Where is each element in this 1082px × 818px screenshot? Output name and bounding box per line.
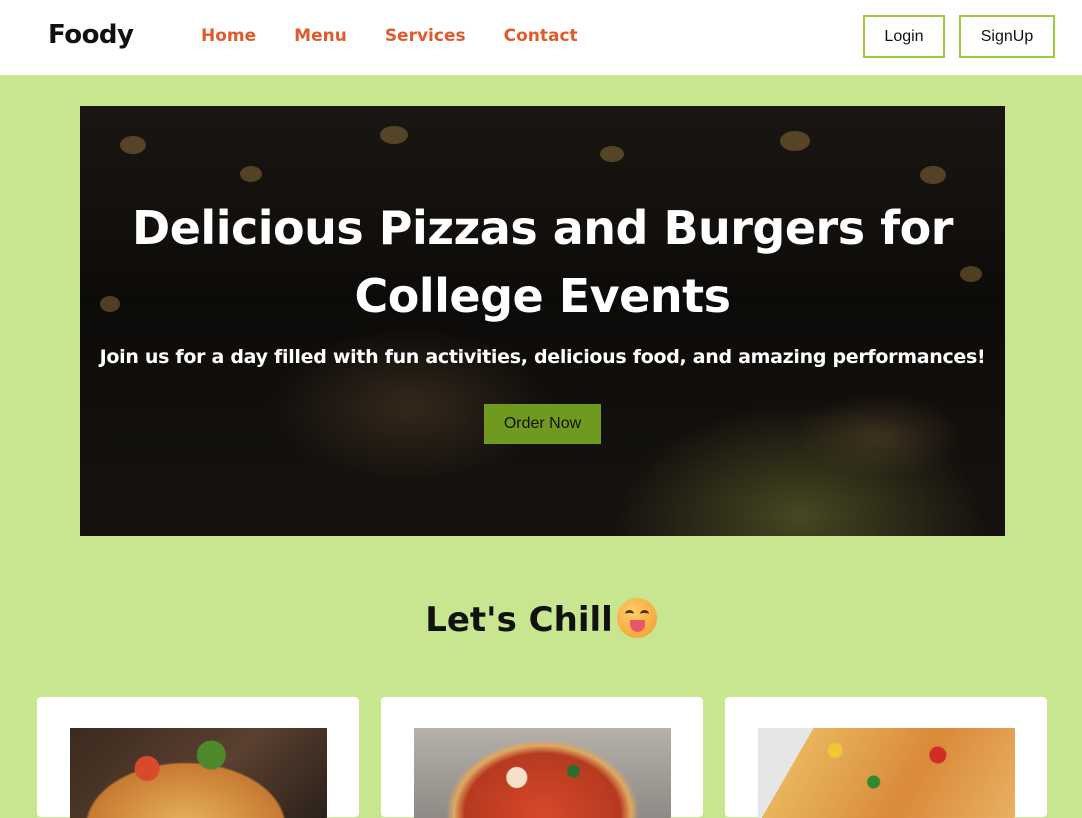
- brand-logo[interactable]: Foody: [48, 20, 134, 50]
- nav-links: Home Menu Services Contact: [201, 26, 616, 46]
- tongue-shape: [629, 620, 645, 632]
- section-title-text: Let's Chill: [425, 600, 613, 640]
- hero-title-line1: Delicious Pizzas and Burgers for: [132, 201, 953, 255]
- bokeh-light: [120, 136, 146, 154]
- menu-card[interactable]: [37, 697, 359, 818]
- pizza-with-vegetables-image: [70, 728, 327, 818]
- bokeh-light: [600, 146, 624, 162]
- order-now-button[interactable]: Order Now: [484, 404, 601, 444]
- menu-card[interactable]: [725, 697, 1047, 818]
- login-button[interactable]: Login: [863, 15, 945, 58]
- nav-link-contact[interactable]: Contact: [504, 26, 578, 46]
- bokeh-light: [920, 166, 946, 184]
- section-title: Let's Chill: [0, 598, 1082, 640]
- nav-link-menu[interactable]: Menu: [294, 26, 347, 46]
- nav-link-services[interactable]: Services: [385, 26, 466, 46]
- veggie-pizza-slices-image: [758, 728, 1015, 818]
- hero-banner: Delicious Pizzas and Burgers for College…: [80, 106, 1005, 536]
- bokeh-light: [780, 131, 810, 151]
- hero-title: Delicious Pizzas and Burgers for College…: [80, 194, 1005, 330]
- margherita-pizza-image: [414, 728, 671, 818]
- nav-link-home[interactable]: Home: [201, 26, 256, 46]
- hero-subtitle: Join us for a day filled with fun activi…: [99, 346, 986, 368]
- yum-face-icon: [616, 598, 657, 638]
- navbar: Foody Home Menu Services Contact Login S…: [0, 0, 1082, 75]
- bokeh-light: [240, 166, 262, 182]
- signup-button[interactable]: SignUp: [959, 15, 1055, 58]
- menu-card[interactable]: [381, 697, 703, 818]
- hero-title-line2: College Events: [354, 269, 731, 323]
- bokeh-light: [380, 126, 408, 144]
